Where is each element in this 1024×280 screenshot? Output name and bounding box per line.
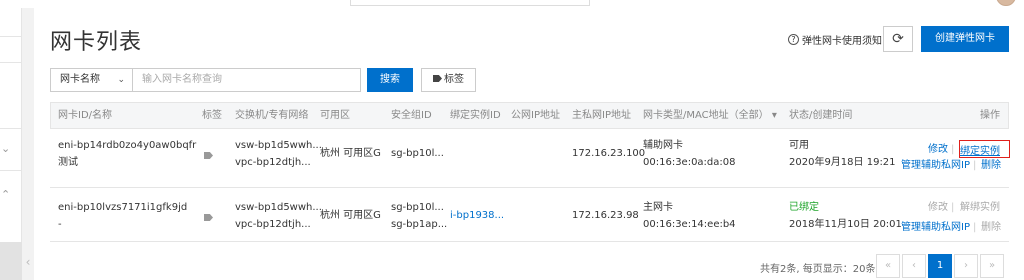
nav-divider (0, 36, 22, 37)
global-search-box[interactable] (350, 0, 590, 6)
question-circle-icon: ? (788, 34, 799, 45)
help-link[interactable]: ? 弹性网卡使用须知 (788, 32, 882, 47)
private-ip: 172.16.23.100 (572, 148, 646, 159)
tag-button-label: 标签 (444, 74, 464, 85)
col-header-actions: 操作 (980, 110, 1000, 121)
status: 可用 (789, 140, 809, 151)
zone: 杭州 可用区G (320, 148, 381, 159)
caret-down-icon: ▾ (771, 110, 777, 121)
last-page-button[interactable]: » (980, 254, 1004, 278)
tag-icon[interactable] (204, 214, 213, 221)
instance-id-link[interactable]: i-bp1938... (450, 210, 504, 222)
first-page-button[interactable]: « (876, 254, 900, 278)
private-ip: 172.16.23.98 (572, 210, 639, 221)
nav-divider (0, 128, 22, 129)
nav-divider (0, 62, 22, 63)
eni-name: - (58, 219, 62, 230)
avatar[interactable] (996, 0, 1016, 6)
mac-address: 00:16:3e:0a:da:08 (643, 157, 736, 168)
action-separator: | (973, 222, 977, 233)
manage-secondary-ip-link[interactable]: 管理辅助私网IP (901, 222, 970, 234)
status: 已绑定 (789, 202, 819, 213)
vpc-id[interactable]: vpc-bp12dtjh... (235, 157, 311, 169)
tag-icon[interactable] (204, 152, 213, 159)
action-separator: | (951, 202, 955, 213)
chevron-down-icon: ⌄ (117, 75, 125, 85)
vpc-id[interactable]: vpc-bp12dtjh... (235, 219, 311, 231)
nav-divider (0, 170, 22, 171)
col-header-vswitch: 交换机/专有网络 (235, 110, 309, 121)
col-header-private-ip: 主私网IP地址 (572, 110, 631, 121)
chevron-up-icon[interactable]: ⌃ (1, 188, 10, 201)
created-time: 2020年9月18日 19:21 (789, 157, 896, 168)
help-link-label: 弹性网卡使用须知 (802, 36, 882, 47)
col-header-id: 网卡ID/名称 (58, 110, 113, 121)
delete-link[interactable]: 删除 (981, 160, 1001, 172)
tag-filter-button[interactable]: 标签 (421, 68, 476, 92)
eni-id[interactable]: eni-bp10lvzs7171i1gfk9jd (58, 202, 187, 214)
refresh-icon: ⟳ (892, 31, 904, 47)
vswitch-id[interactable]: vsw-bp1d5wwh... (235, 140, 322, 152)
eni-type: 主网卡 (643, 202, 673, 213)
filter-select-value: 网卡名称 (60, 74, 100, 85)
row-divider (50, 241, 1009, 242)
filter-field-select[interactable]: 网卡名称 ⌄ (50, 68, 133, 92)
main-panel: 网卡列表 ? 弹性网卡使用须知 ⟳ 创建弹性网卡 网卡名称 ⌄ 输入网卡名称查询… (34, 8, 1024, 280)
left-nav: ⌄ ⌃ (0, 8, 22, 280)
security-group-id[interactable]: sg-bp10l... (391, 202, 444, 214)
eni-type: 辅助网卡 (643, 140, 683, 151)
search-button[interactable]: 搜索 (367, 68, 413, 92)
col-header-public-ip: 公网IP地址 (511, 110, 560, 121)
modify-link-disabled: 修改 (928, 202, 948, 213)
page-title: 网卡列表 (50, 30, 143, 55)
eni-table: 网卡ID/名称 标签 交换机/专有网络 可用区 安全组ID 绑定实例ID 公网I… (50, 102, 1009, 242)
page-button-current[interactable]: 1 (928, 254, 952, 278)
action-separator: | (951, 144, 955, 155)
create-eni-button[interactable]: 创建弹性网卡 (921, 26, 1009, 52)
eni-id[interactable]: eni-bp14rdb0zo4y0aw0bqfr (58, 140, 196, 152)
collapse-sidebar-icon[interactable]: ‹ (22, 252, 34, 272)
top-bar (0, 0, 1024, 8)
refresh-button[interactable]: ⟳ (883, 26, 913, 52)
pagination-summary: 共有2条, 每页显示：20条 (760, 264, 876, 275)
col-header-tag: 标签 (202, 110, 222, 121)
col-header-status: 状态/创建时间 (789, 110, 853, 121)
tag-icon (433, 75, 442, 82)
created-time: 2018年11月10日 20:01 (789, 219, 902, 230)
vswitch-id[interactable]: vsw-bp1d5wwh... (235, 202, 322, 214)
security-group-id[interactable]: sg-bp1ap... (391, 219, 447, 231)
action-separator: | (973, 160, 977, 171)
next-page-button[interactable]: › (954, 254, 978, 278)
delete-link-disabled: 删除 (981, 222, 1001, 233)
col-header-sg: 安全组ID (391, 110, 432, 121)
nav-item-selected[interactable] (0, 242, 22, 280)
col-header-type-filter[interactable]: 网卡类型/MAC地址（全部） ▾ (643, 110, 777, 122)
highlight-box (959, 140, 1010, 158)
col-header-type-label: 网卡类型/MAC地址（全部） (643, 110, 769, 121)
security-group-id[interactable]: sg-bp10l... (391, 148, 444, 160)
row-divider (50, 187, 1009, 188)
col-header-instance: 绑定实例ID (450, 110, 501, 121)
chevron-down-icon[interactable]: ⌄ (1, 142, 10, 155)
col-header-zone: 可用区 (320, 110, 350, 121)
eni-name: 测试 (58, 157, 78, 168)
prev-page-button[interactable]: ‹ (902, 254, 926, 278)
mac-address: 00:16:3e:14:ee:b4 (643, 219, 736, 230)
manage-secondary-ip-link[interactable]: 管理辅助私网IP (901, 160, 970, 172)
modify-link[interactable]: 修改 (928, 144, 948, 156)
unbind-instance-link-disabled: 解绑实例 (960, 202, 1000, 213)
zone: 杭州 可用区G (320, 210, 381, 221)
search-input[interactable]: 输入网卡名称查询 (133, 68, 361, 92)
